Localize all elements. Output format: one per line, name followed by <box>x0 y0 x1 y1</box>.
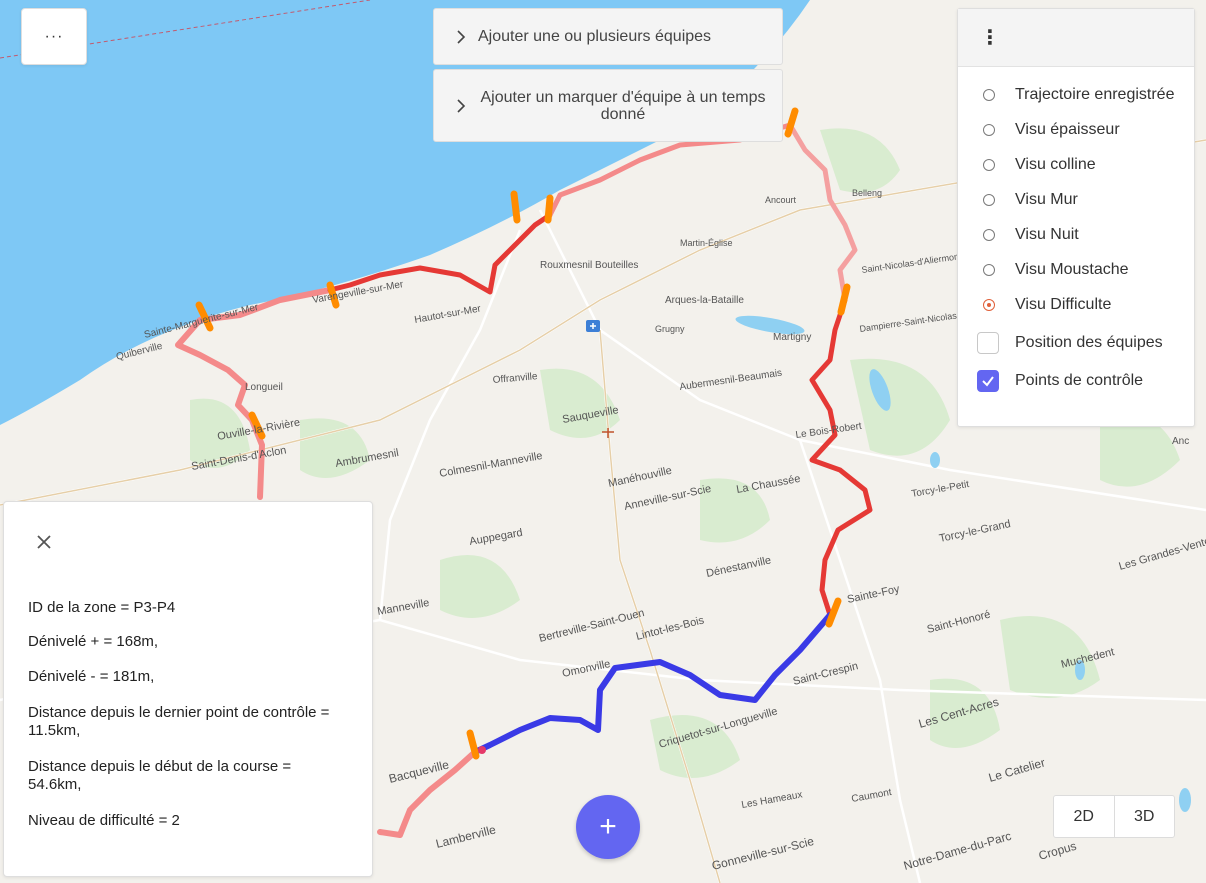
layer-option-moustache[interactable]: Visu Moustache <box>958 255 1129 285</box>
radio-button[interactable] <box>983 194 995 206</box>
checkbox[interactable] <box>977 332 999 354</box>
place-label: Anc <box>1172 436 1189 447</box>
check-icon <box>982 376 994 387</box>
layer-option-colline[interactable]: Visu colline <box>958 150 1096 180</box>
plus-icon: + <box>599 810 617 843</box>
distance-from-checkpoint: Distance depuis le dernier point de cont… <box>28 704 330 721</box>
toggle-label: Points de contrôle <box>1015 372 1144 389</box>
layer-option-label: Visu colline <box>1015 156 1096 173</box>
layer-option-epaisseur[interactable]: Visu épaisseur <box>958 115 1120 145</box>
close-icon[interactable] <box>34 532 54 552</box>
elevation-gain: Dénivelé + = 168m, <box>28 633 159 650</box>
place-label: Martigny <box>773 332 811 343</box>
zone-id: ID de la zone = P3-P4 <box>28 599 176 616</box>
layer-option-nuit[interactable]: Visu Nuit <box>958 220 1079 250</box>
distance-from-checkpoint-value: 11.5km, <box>28 722 81 739</box>
place-label: Martin-Église <box>680 238 733 248</box>
place-label: Rouxmesnil Bouteilles <box>540 260 638 271</box>
layer-option-trajectoire[interactable]: Trajectoire enregistrée <box>958 80 1174 110</box>
layer-option-label: Trajectoire enregistrée <box>1015 86 1175 103</box>
add-team-marker-button[interactable]: Ajouter un marquer d'équipe à un temps d… <box>433 69 783 142</box>
distance-from-start: Distance depuis le début de la course = <box>28 758 292 775</box>
place-label: Longueil <box>245 382 283 393</box>
add-team-marker-label: Ajouter un marquer d'équipe à un temps d… <box>480 88 766 123</box>
menu-button[interactable]: ··· <box>21 8 87 65</box>
view-3d-button[interactable]: 3D <box>1115 796 1175 837</box>
zone-info-panel: ID de la zone = P3-P4 Dénivelé + = 168m,… <box>3 501 373 877</box>
radio-button[interactable] <box>983 124 995 136</box>
radio-button-selected[interactable] <box>983 299 995 311</box>
toggle-checkpoints[interactable]: Points de contrôle <box>958 366 1143 396</box>
toggle-team-positions[interactable]: Position des équipes <box>958 328 1163 358</box>
checkpoint-marker <box>544 194 554 224</box>
radio-button[interactable] <box>983 229 995 241</box>
view-2d-button[interactable]: 2D <box>1054 796 1115 837</box>
layer-option-label: Visu Difficulte <box>1015 296 1112 313</box>
layer-option-label: Visu Mur <box>1015 191 1078 208</box>
checkpoint-marker <box>510 190 521 224</box>
place-label: Arques-la-Bataille <box>665 295 744 306</box>
view-mode-toggle: 2D 3D <box>1053 795 1175 838</box>
hospital-icon <box>586 320 600 332</box>
add-teams-button[interactable]: Ajouter une ou plusieurs équipes <box>433 8 783 65</box>
add-button[interactable]: + <box>576 795 640 859</box>
radio-button[interactable] <box>983 159 995 171</box>
place-label: Belleng <box>852 188 882 198</box>
radio-button[interactable] <box>983 264 995 276</box>
layers-panel: ⋮ Trajectoire enregistrée Visu épaisseur… <box>957 8 1195 427</box>
chevron-right-icon <box>457 98 466 113</box>
toggle-label: Position des équipes <box>1015 334 1163 351</box>
distance-from-start-value: 54.6km, <box>28 776 82 793</box>
layer-option-difficulte[interactable]: Visu Difficulte <box>958 290 1111 320</box>
place-label: Grugny <box>655 324 685 334</box>
current-team-marker[interactable] <box>478 746 486 754</box>
difficulty-level: Niveau de difficulté = 2 <box>28 812 180 829</box>
layer-option-mur[interactable]: Visu Mur <box>958 185 1078 215</box>
place-label: Ancourt <box>765 195 797 205</box>
radio-button[interactable] <box>983 89 995 101</box>
layer-option-label: Visu Moustache <box>1015 261 1129 278</box>
layer-option-label: Visu épaisseur <box>1015 121 1120 138</box>
chevron-right-icon <box>457 29 466 44</box>
checkbox-checked[interactable] <box>977 370 999 392</box>
more-horizontal-icon: ··· <box>44 27 64 45</box>
layer-option-label: Visu Nuit <box>1015 226 1079 243</box>
layers-panel-header: ⋮ <box>958 9 1194 67</box>
kebab-icon[interactable]: ⋮ <box>980 25 1000 50</box>
add-teams-label: Ajouter une ou plusieurs équipes <box>478 27 712 45</box>
elevation-loss: Dénivelé - = 181m, <box>28 668 155 685</box>
